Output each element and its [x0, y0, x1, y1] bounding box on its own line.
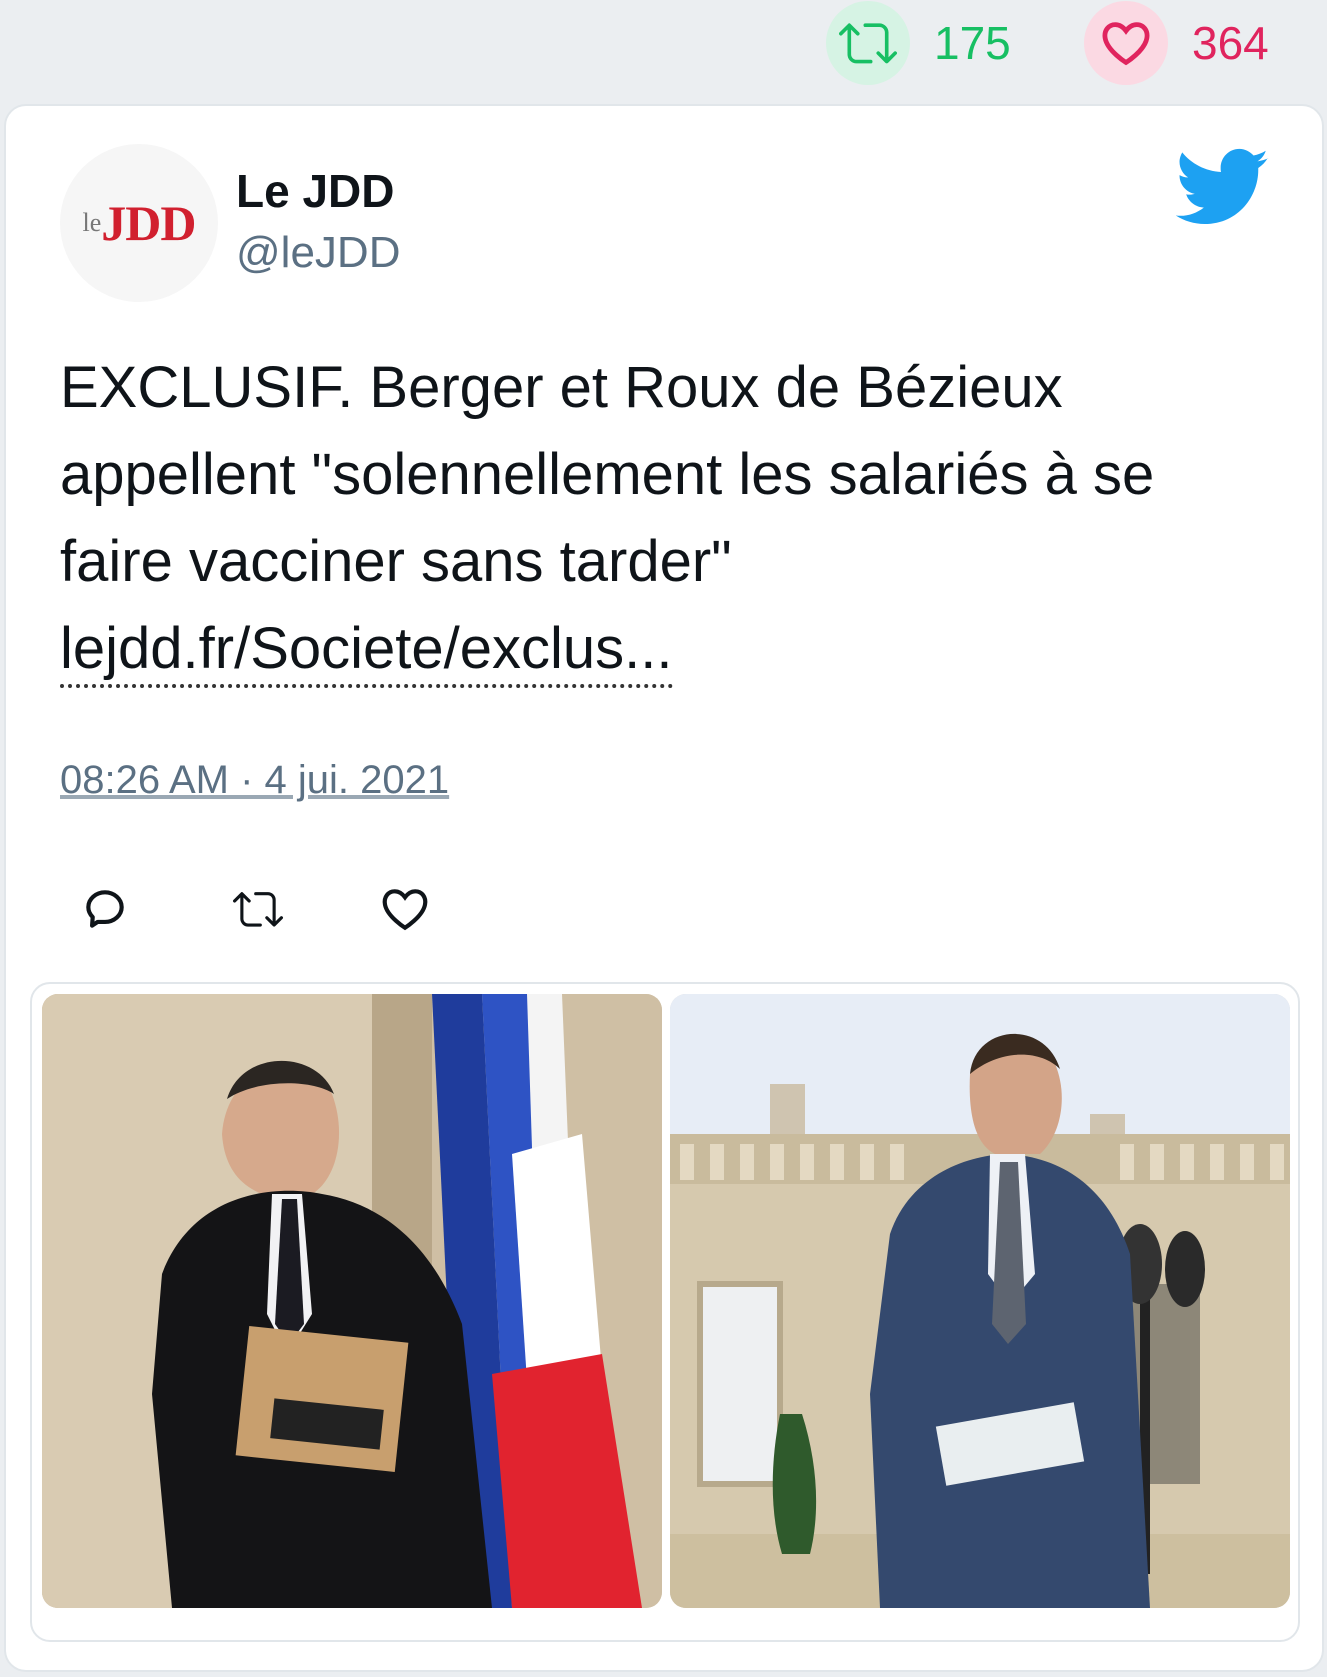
- twitter-bird-icon[interactable]: [1176, 148, 1270, 228]
- retweet-count: 175: [934, 17, 1011, 69]
- photo-laurent-berger[interactable]: [42, 994, 662, 1608]
- reply-icon: [86, 890, 124, 928]
- avatar[interactable]: le JDD: [60, 144, 218, 302]
- avatar-logo-prefix: le: [82, 208, 102, 237]
- like-button[interactable]: [380, 884, 436, 940]
- heart-icon: [382, 889, 428, 931]
- retweet-icon: [826, 1, 910, 85]
- like-stat[interactable]: 364: [1084, 0, 1269, 86]
- reply-button[interactable]: [80, 884, 136, 940]
- display-name[interactable]: Le JDD: [236, 164, 394, 218]
- heart-icon: [1084, 1, 1168, 85]
- user-handle[interactable]: @leJDD: [236, 228, 400, 278]
- retweet-button[interactable]: [230, 884, 286, 940]
- avatar-logo-main: JDD: [101, 195, 196, 251]
- tweet-body: EXCLUSIF. Berger et Roux de Bézieux appe…: [60, 355, 1155, 594]
- like-count: 364: [1192, 17, 1269, 69]
- tweet-media: [30, 982, 1300, 1642]
- photo-geoffroy-roux-de-bezieux[interactable]: [670, 994, 1290, 1608]
- retweet-stat[interactable]: 175: [826, 0, 1011, 86]
- tweet-timestamp[interactable]: 08:26 AM · 4 jui. 2021: [60, 758, 449, 803]
- tweet-card: le JDD Le JDD @leJDD EXCLUSIF. Berger et …: [4, 104, 1324, 1672]
- tweet-text: EXCLUSIF. Berger et Roux de Bézieux appe…: [60, 344, 1270, 692]
- tweet-link[interactable]: lejdd.fr/Societe/exclus...: [60, 614, 673, 688]
- retweet-icon: [233, 892, 283, 927]
- tweet-stats-bar: 175 364: [0, 0, 1327, 104]
